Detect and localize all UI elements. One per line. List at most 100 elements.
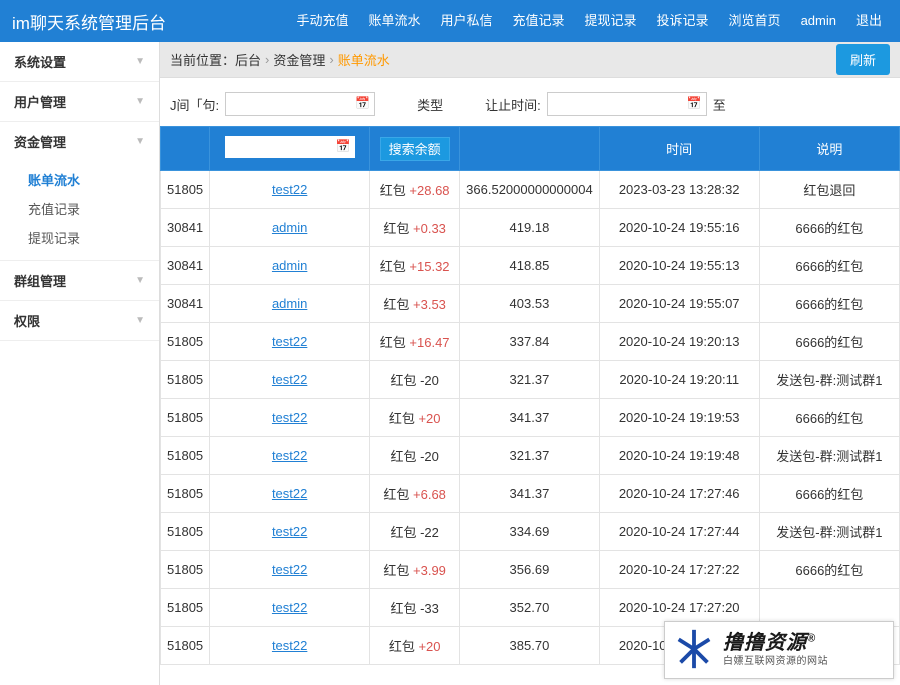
cell-user: test22 <box>210 589 370 627</box>
sidebar-sub-withdraw[interactable]: 提现记录 <box>0 223 159 252</box>
cell-time: 2020-10-24 19:55:07 <box>599 285 759 323</box>
sidebar-item-funds[interactable]: 资金管理 ▼ <box>0 122 159 161</box>
th-user: 📅 <box>210 127 370 171</box>
sidebar-label: 用户管理 <box>14 92 66 111</box>
user-link[interactable]: test22 <box>272 524 307 539</box>
user-link[interactable]: test22 <box>272 486 307 501</box>
data-table: 📅 搜索余额 时间 说明 51805test22红包 +28.68366.520… <box>160 126 900 665</box>
start-time-input[interactable]: 📅 <box>225 92 375 116</box>
chevron-right-icon: › <box>265 52 269 67</box>
refresh-button[interactable]: 刷新 <box>836 44 890 75</box>
nav-complaint-records[interactable]: 投诉记录 <box>647 0 719 42</box>
cell-type-amt: 红包 +3.99 <box>370 551 460 589</box>
sidebar-label: 系统设置 <box>14 52 66 71</box>
cell-user: test22 <box>210 551 370 589</box>
sidebar-item-permissions[interactable]: 权限 ▼ <box>0 301 159 340</box>
cell-user: admin <box>210 247 370 285</box>
badge-subtitle: 白嫖互联网资源的网站 <box>723 657 887 667</box>
nav-recharge-records[interactable]: 充值记录 <box>503 0 575 42</box>
calendar-icon: 📅 <box>336 139 351 153</box>
cell-balance: 321.37 <box>460 361 600 399</box>
breadcrumb-mid[interactable]: 资金管理 <box>273 50 325 69</box>
user-link[interactable]: test22 <box>272 182 307 197</box>
cell-balance: 341.37 <box>460 399 600 437</box>
user-link[interactable]: admin <box>272 258 307 273</box>
chevron-right-icon: › <box>329 52 333 67</box>
end-time-input[interactable]: 📅 <box>547 92 707 116</box>
cell-id: 30841 <box>161 285 210 323</box>
table-row: 51805test22红包 -22334.692020-10-24 17:27:… <box>161 513 900 551</box>
user-link[interactable]: test22 <box>272 448 307 463</box>
user-link[interactable]: test22 <box>272 372 307 387</box>
nav-user-pm[interactable]: 用户私信 <box>430 0 502 42</box>
cell-type-amt: 红包 +16.47 <box>370 323 460 361</box>
cell-balance: 418.85 <box>460 247 600 285</box>
user-link[interactable]: test22 <box>272 562 307 577</box>
calendar-icon: 📅 <box>355 96 370 110</box>
cell-user: test22 <box>210 437 370 475</box>
user-link[interactable]: test22 <box>272 334 307 349</box>
breadcrumb-lead: 当前位置：后台 <box>170 50 261 69</box>
th-id <box>161 127 210 171</box>
table-row: 51805test22红包 +6.68341.372020-10-24 17:2… <box>161 475 900 513</box>
cell-time: 2020-10-24 19:19:53 <box>599 399 759 437</box>
sidebar-sub-bill-flow[interactable]: 账单流水 <box>0 165 159 194</box>
table-row: 51805test22红包 -20321.372020-10-24 19:19:… <box>161 437 900 475</box>
user-link[interactable]: admin <box>272 296 307 311</box>
cell-id: 51805 <box>161 323 210 361</box>
cell-balance: 366.52000000000004 <box>460 171 600 209</box>
sidebar-item-users[interactable]: 用户管理 ▼ <box>0 82 159 121</box>
content-area: 当前位置：后台 › 资金管理 › 账单流水 刷新 J间「句: 📅 类型 让止时间… <box>160 42 900 685</box>
cell-desc: 6666的红包 <box>759 475 899 513</box>
cell-balance: 341.37 <box>460 475 600 513</box>
nav-admin[interactable]: admin <box>791 0 846 42</box>
sidebar-item-groups[interactable]: 群组管理 ▼ <box>0 261 159 300</box>
cell-id: 30841 <box>161 247 210 285</box>
cell-id: 51805 <box>161 437 210 475</box>
cell-time: 2020-10-24 19:19:48 <box>599 437 759 475</box>
user-link[interactable]: admin <box>272 220 307 235</box>
th-balance <box>460 127 600 171</box>
th-desc: 说明 <box>759 127 899 171</box>
nav-withdraw-records[interactable]: 提现记录 <box>575 0 647 42</box>
cell-type-amt: 红包 -22 <box>370 513 460 551</box>
cell-desc: 6666的红包 <box>759 399 899 437</box>
cell-balance: 321.37 <box>460 437 600 475</box>
cell-desc: 红包退回 <box>759 171 899 209</box>
table-header-row: 📅 搜索余额 时间 说明 <box>161 127 900 171</box>
badge-logo-icon <box>671 626 717 675</box>
cell-balance: 352.70 <box>460 589 600 627</box>
cell-user: test22 <box>210 627 370 665</box>
table-row: 30841admin红包 +3.53403.532020-10-24 19:55… <box>161 285 900 323</box>
cell-desc: 6666的红包 <box>759 551 899 589</box>
sidebar-sub-recharge[interactable]: 充值记录 <box>0 194 159 223</box>
cell-user: admin <box>210 285 370 323</box>
user-link[interactable]: test22 <box>272 638 307 653</box>
th-search: 搜索余额 <box>370 127 460 171</box>
user-search-input[interactable]: 📅 <box>225 136 355 158</box>
cell-desc: 6666的红包 <box>759 247 899 285</box>
cell-id: 51805 <box>161 551 210 589</box>
chevron-down-icon: ▼ <box>135 275 145 286</box>
search-balance-button[interactable]: 搜索余额 <box>380 137 450 161</box>
nav-logout[interactable]: 退出 <box>846 0 892 42</box>
cell-type-amt: 红包 +20 <box>370 627 460 665</box>
chevron-down-icon: ▼ <box>135 96 145 107</box>
nav-manual-recharge[interactable]: 手动充值 <box>286 0 358 42</box>
cell-user: test22 <box>210 361 370 399</box>
sidebar-label: 权限 <box>14 311 40 330</box>
table-row: 30841admin红包 +0.33419.182020-10-24 19:55… <box>161 209 900 247</box>
cell-id: 51805 <box>161 361 210 399</box>
cell-user: test22 <box>210 475 370 513</box>
nav-bill-flow[interactable]: 账单流水 <box>358 0 430 42</box>
filter-to-label: 至 <box>713 95 726 114</box>
sidebar-item-system[interactable]: 系统设置 ▼ <box>0 42 159 81</box>
cell-balance: 337.84 <box>460 323 600 361</box>
nav-browse-home[interactable]: 浏览首页 <box>719 0 791 42</box>
sidebar-label: 群组管理 <box>14 271 66 290</box>
cell-time: 2020-10-24 17:27:22 <box>599 551 759 589</box>
user-link[interactable]: test22 <box>272 600 307 615</box>
cell-id: 51805 <box>161 627 210 665</box>
filter-type-label: 类型 <box>417 95 443 114</box>
user-link[interactable]: test22 <box>272 410 307 425</box>
